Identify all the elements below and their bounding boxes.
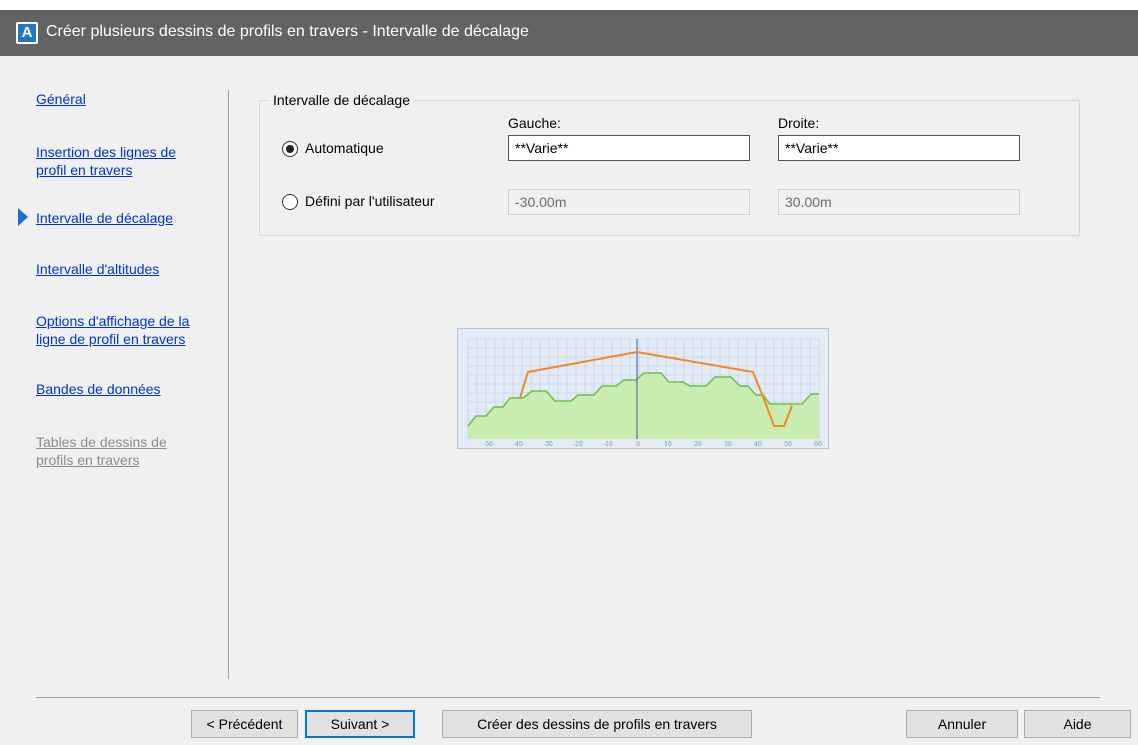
x-tick-label: -50 (483, 441, 493, 448)
section-preview-svg: -50 -40 -30 -20 -10 0 10 20 30 40 50 60 (467, 338, 822, 448)
nav-item-section-view-tables: Tables de dessins de profils en travers (36, 433, 167, 469)
next-button[interactable]: Suivant > (305, 710, 415, 738)
window-top-strip (0, 0, 1138, 10)
x-tick-label: 10 (664, 441, 672, 448)
nav-item-offset-range[interactable]: Intervalle de décalage (36, 209, 173, 227)
nav-item-elevation-range[interactable]: Intervalle d'altitudes (36, 260, 159, 278)
section-preview-image: -50 -40 -30 -20 -10 0 10 20 30 40 50 60 (457, 328, 829, 449)
offset-range-group-label: Intervalle de décalage (268, 92, 415, 108)
nav-item-label-line2: profils en travers (36, 452, 140, 468)
x-tick-label: 60 (814, 441, 822, 448)
help-button[interactable]: Aide (1024, 710, 1131, 738)
right-column-header: Droite: (778, 115, 820, 131)
cancel-button[interactable]: Annuler (906, 710, 1018, 738)
nav-item-display-options[interactable]: Options d'affichage de la ligne de profi… (36, 312, 189, 348)
automatic-right-field[interactable]: **Varie** (778, 135, 1020, 161)
horizontal-divider (36, 697, 1100, 698)
user-defined-radio-label[interactable]: Défini par l'utilisateur (305, 193, 435, 209)
automatic-radio[interactable] (282, 141, 298, 157)
automatic-radio-label[interactable]: Automatique (305, 140, 384, 156)
x-tick-label: 40 (754, 441, 762, 448)
nav-item-data-bands[interactable]: Bandes de données (36, 380, 161, 398)
nav-item-label: Intervalle de décalage (36, 210, 173, 226)
x-tick-label: 30 (724, 441, 732, 448)
user-defined-right-field: 30.00m (778, 189, 1020, 215)
x-tick-label: 50 (784, 441, 792, 448)
x-tick-label: 20 (694, 441, 702, 448)
offset-range-group (259, 100, 1080, 236)
nav-item-label-line2: profil en travers (36, 162, 133, 178)
x-tick-label: -30 (543, 441, 553, 448)
nav-item-label: Intervalle d'altitudes (36, 261, 160, 277)
x-tick-label: -40 (513, 441, 523, 448)
nav-item-label: Général (36, 91, 86, 107)
preview-x-tick-labels: -50 -40 -30 -20 -10 0 10 20 30 40 50 60 (483, 441, 822, 448)
current-step-arrow-icon (18, 208, 28, 226)
x-tick-label: -20 (573, 441, 583, 448)
nav-item-label-line1: Tables de dessins de (36, 434, 167, 450)
x-tick-label: 0 (636, 441, 640, 448)
nav-item-label-line2: ligne de profil en travers (36, 331, 186, 347)
create-section-views-button[interactable]: Créer des dessins de profils en travers (442, 710, 752, 738)
nav-item-general[interactable]: Général (36, 90, 86, 108)
automatic-left-field[interactable]: **Varie** (508, 135, 750, 161)
x-tick-label: -10 (603, 441, 613, 448)
nav-item-label: Bandes de données (36, 381, 161, 397)
window-title: Créer plusieurs dessins de profils en tr… (46, 23, 529, 40)
autocad-app-icon: A (16, 22, 38, 44)
nav-item-sample-line-insertion[interactable]: Insertion des lignes de profil en traver… (36, 143, 176, 179)
nav-item-label-line1: Options d'affichage de la (36, 313, 190, 329)
title-bar: A Créer plusieurs dessins de profils en … (0, 10, 1138, 56)
nav-item-label-line1: Insertion des lignes de (36, 144, 177, 160)
user-defined-radio[interactable] (282, 194, 298, 210)
left-column-header: Gauche: (508, 115, 561, 131)
previous-button[interactable]: < Précédent (191, 710, 298, 738)
app-icon-letter: A (18, 24, 36, 42)
vertical-divider (228, 90, 229, 679)
user-defined-left-field: -30.00m (508, 189, 750, 215)
